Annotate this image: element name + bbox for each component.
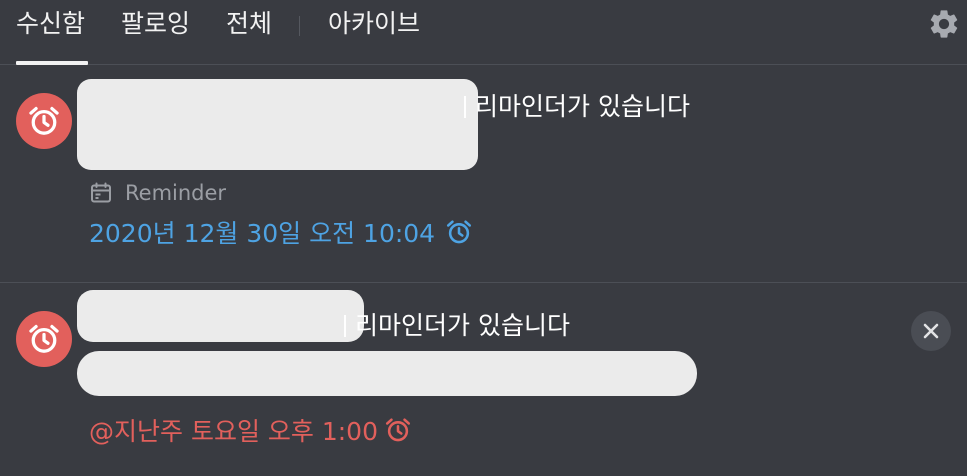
notification-item[interactable]: 리마인더가 있습니다 @지난주 토요일 오후 1:00 — [0, 283, 967, 476]
alarm-clock-icon — [29, 106, 59, 135]
notification-message: 리마인더가 있습니다 — [344, 309, 570, 343]
reminder-time[interactable]: @지난주 토요일 오후 1:00 — [89, 415, 412, 449]
alarm-clock-icon — [385, 418, 411, 442]
notification-message: 리마인더가 있습니다 — [464, 90, 690, 124]
tab-inbox[interactable]: 수신함 — [16, 8, 85, 40]
avatar — [16, 93, 72, 149]
calendar-icon — [91, 182, 111, 203]
tab-following[interactable]: 팔로잉 — [121, 8, 190, 40]
category-label: Reminder — [125, 181, 227, 205]
close-icon — [923, 323, 939, 339]
redacted-content — [77, 79, 478, 170]
alarm-clock-icon — [447, 220, 472, 244]
tab-divider — [299, 16, 300, 36]
reminder-time[interactable]: 2020년 12월 30일 오전 10:04 — [89, 217, 473, 251]
active-tab-indicator — [16, 61, 88, 65]
avatar — [16, 311, 72, 367]
notification-item[interactable]: 리마인더가 있습니다 Reminder 2020년 12월 30일 오전 10:… — [0, 66, 967, 283]
dismiss-button[interactable] — [911, 311, 951, 351]
alarm-clock-icon — [29, 324, 59, 353]
redacted-content — [77, 351, 697, 396]
tab-archive[interactable]: 아카이브 — [328, 8, 420, 40]
redacted-content — [77, 290, 364, 342]
tab-all[interactable]: 전체 — [226, 8, 272, 40]
gear-icon[interactable] — [927, 7, 961, 41]
tab-bar: 수신함 팔로잉 전체 아카이브 — [0, 0, 967, 65]
